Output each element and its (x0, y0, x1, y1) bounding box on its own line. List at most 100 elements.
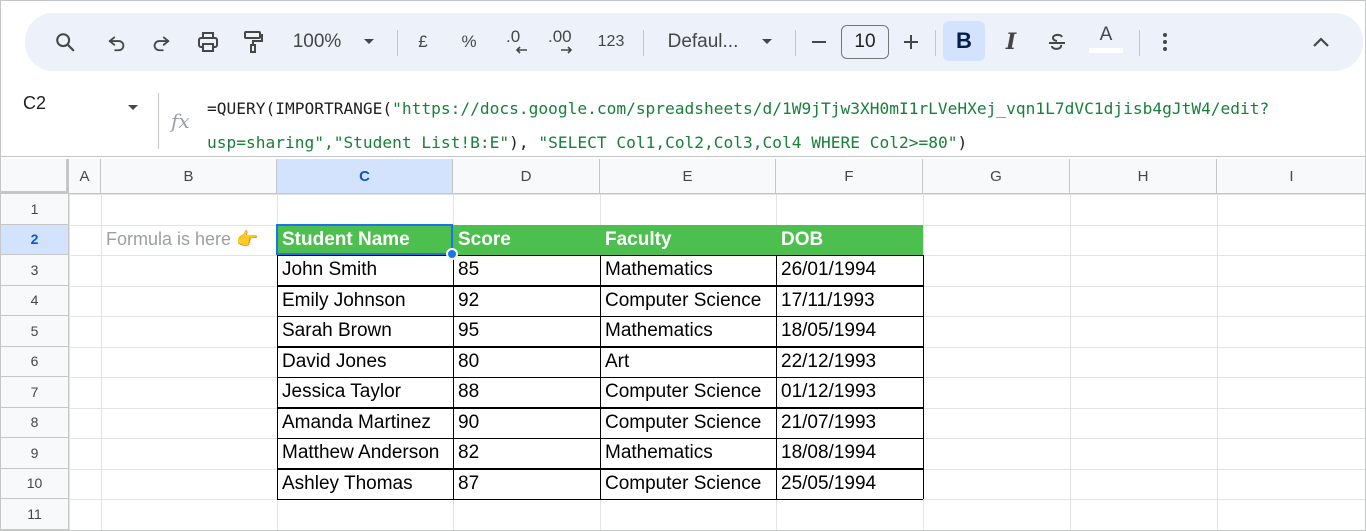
row-header-7[interactable]: 7 (1, 377, 69, 408)
row-header-6[interactable]: 6 (1, 346, 69, 377)
column-header-h[interactable]: H (1070, 159, 1217, 194)
chevron-down-icon[interactable] (757, 13, 777, 71)
toolbar-divider (1139, 30, 1140, 56)
column-header-d[interactable]: D (453, 159, 600, 194)
column-header-b[interactable]: B (101, 159, 277, 194)
chevron-down-icon[interactable] (359, 13, 379, 71)
table-cell[interactable]: Mathematics (600, 316, 776, 347)
font-family-select[interactable]: Defaul... (661, 13, 745, 71)
plus-icon[interactable] (899, 13, 923, 71)
row-header-3[interactable]: 3 (1, 255, 69, 286)
table-cell[interactable]: 95 (453, 316, 600, 347)
table-cell[interactable]: 88 (453, 377, 600, 408)
table-cell[interactable]: Ashley Thomas (277, 468, 453, 499)
table-cell[interactable]: 18/08/1994 (776, 438, 923, 469)
toolbar-divider (643, 30, 644, 56)
table-cell[interactable]: 21/07/1993 (776, 407, 923, 438)
table-cell[interactable]: John Smith (277, 255, 453, 286)
table-border (922, 255, 924, 499)
arrow-left-icon (515, 46, 527, 54)
table-cell[interactable]: 17/11/1993 (776, 285, 923, 316)
currency-button[interactable]: £ (411, 13, 435, 71)
decrease-decimal-button[interactable]: .0 (501, 13, 533, 71)
row-header-11[interactable]: 11 (1, 499, 69, 530)
table-cell[interactable]: 18/05/1994 (776, 316, 923, 347)
table-cell[interactable]: 82 (453, 438, 600, 469)
collapse-icon[interactable] (1309, 13, 1333, 71)
note-cell[interactable]: Formula is here 👉 (101, 225, 277, 256)
search-icon[interactable] (51, 13, 79, 71)
table-cell[interactable]: 01/12/1993 (776, 377, 923, 408)
row-header-9[interactable]: 9 (1, 438, 69, 469)
select-all-corner[interactable] (1, 159, 69, 194)
row-header-2[interactable]: 2 (1, 224, 69, 255)
column-header-i[interactable]: I (1217, 159, 1365, 194)
table-cell[interactable]: Jessica Taylor (277, 377, 453, 408)
chevron-down-icon[interactable] (127, 99, 139, 117)
row-header-8[interactable]: 8 (1, 407, 69, 438)
italic-button[interactable]: I (999, 13, 1023, 71)
formula-input[interactable]: =QUERY(IMPORTRANGE("https://docs.google.… (207, 92, 1357, 160)
increase-decimal-button[interactable]: .00 (545, 13, 581, 71)
minus-icon[interactable] (807, 13, 831, 71)
table-header-cell[interactable]: DOB (776, 224, 923, 255)
paint-format-icon[interactable] (239, 13, 267, 71)
row-header-5[interactable]: 5 (1, 316, 69, 347)
undo-icon[interactable] (103, 13, 131, 71)
column-header-g[interactable]: G (923, 159, 1070, 194)
arrow-right-icon (561, 46, 573, 54)
print-icon[interactable] (193, 13, 223, 71)
name-box[interactable]: C2 (23, 93, 46, 114)
table-cell[interactable]: 85 (453, 255, 600, 286)
number-format-button[interactable]: 123 (595, 13, 627, 71)
formula-url-part1: "https://docs.google.com/spreadsheets/d/… (392, 99, 1270, 118)
formula-mid: ), (509, 133, 539, 152)
table-cell[interactable]: Art (600, 346, 776, 377)
table-cell[interactable]: Emily Johnson (277, 285, 453, 316)
toolbar: 100% £ % .0 .00 123 Defaul... 10 B I A (25, 13, 1363, 71)
number-format-label: 123 (597, 33, 625, 50)
table-cell[interactable]: Amanda Martinez (277, 407, 453, 438)
row-header-4[interactable]: 4 (1, 285, 69, 316)
column-header-e[interactable]: E (600, 159, 776, 194)
table-cell[interactable]: 25/05/1994 (776, 468, 923, 499)
table-cell[interactable]: Mathematics (600, 438, 776, 469)
selected-cell-outline (276, 223, 453, 255)
grid-line (69, 529, 1365, 530)
table-cell[interactable]: Mathematics (600, 255, 776, 286)
zoom-select[interactable]: 100% (287, 13, 347, 71)
table-cell[interactable]: 92 (453, 285, 600, 316)
text-color-swatch (1089, 48, 1123, 53)
bold-label: B (956, 28, 972, 53)
table-cell[interactable]: 80 (453, 346, 600, 377)
table-border (775, 255, 777, 499)
table-cell[interactable]: 87 (453, 468, 600, 499)
table-cell[interactable]: Matthew Anderson (277, 438, 453, 469)
table-cell[interactable]: Computer Science (600, 377, 776, 408)
fill-handle[interactable] (446, 248, 458, 260)
table-header-cell[interactable]: Score (453, 224, 600, 255)
table-cell[interactable]: Computer Science (600, 407, 776, 438)
text-color-button[interactable]: A (1089, 13, 1123, 71)
column-header-c[interactable]: C (277, 159, 453, 194)
percent-button[interactable]: % (457, 13, 481, 71)
table-cell[interactable]: 26/01/1994 (776, 255, 923, 286)
table-cell[interactable]: 22/12/1993 (776, 346, 923, 377)
row-header-1[interactable]: 1 (1, 194, 69, 225)
font-size-input[interactable]: 10 (841, 25, 889, 59)
strikethrough-icon[interactable] (1043, 13, 1071, 71)
table-header-cell[interactable]: Faculty (600, 224, 776, 255)
table-cell[interactable]: Computer Science (600, 468, 776, 499)
redo-icon[interactable] (147, 13, 175, 71)
fx-icon: fx (171, 109, 190, 133)
more-icon[interactable] (1155, 13, 1175, 71)
table-cell[interactable]: David Jones (277, 346, 453, 377)
table-cell[interactable]: Sarah Brown (277, 316, 453, 347)
grid-line (1070, 194, 1071, 530)
column-header-f[interactable]: F (776, 159, 923, 194)
bold-button[interactable]: B (943, 21, 985, 61)
row-header-10[interactable]: 10 (1, 468, 69, 499)
column-header-a[interactable]: A (69, 159, 101, 194)
table-cell[interactable]: 90 (453, 407, 600, 438)
table-cell[interactable]: Computer Science (600, 285, 776, 316)
